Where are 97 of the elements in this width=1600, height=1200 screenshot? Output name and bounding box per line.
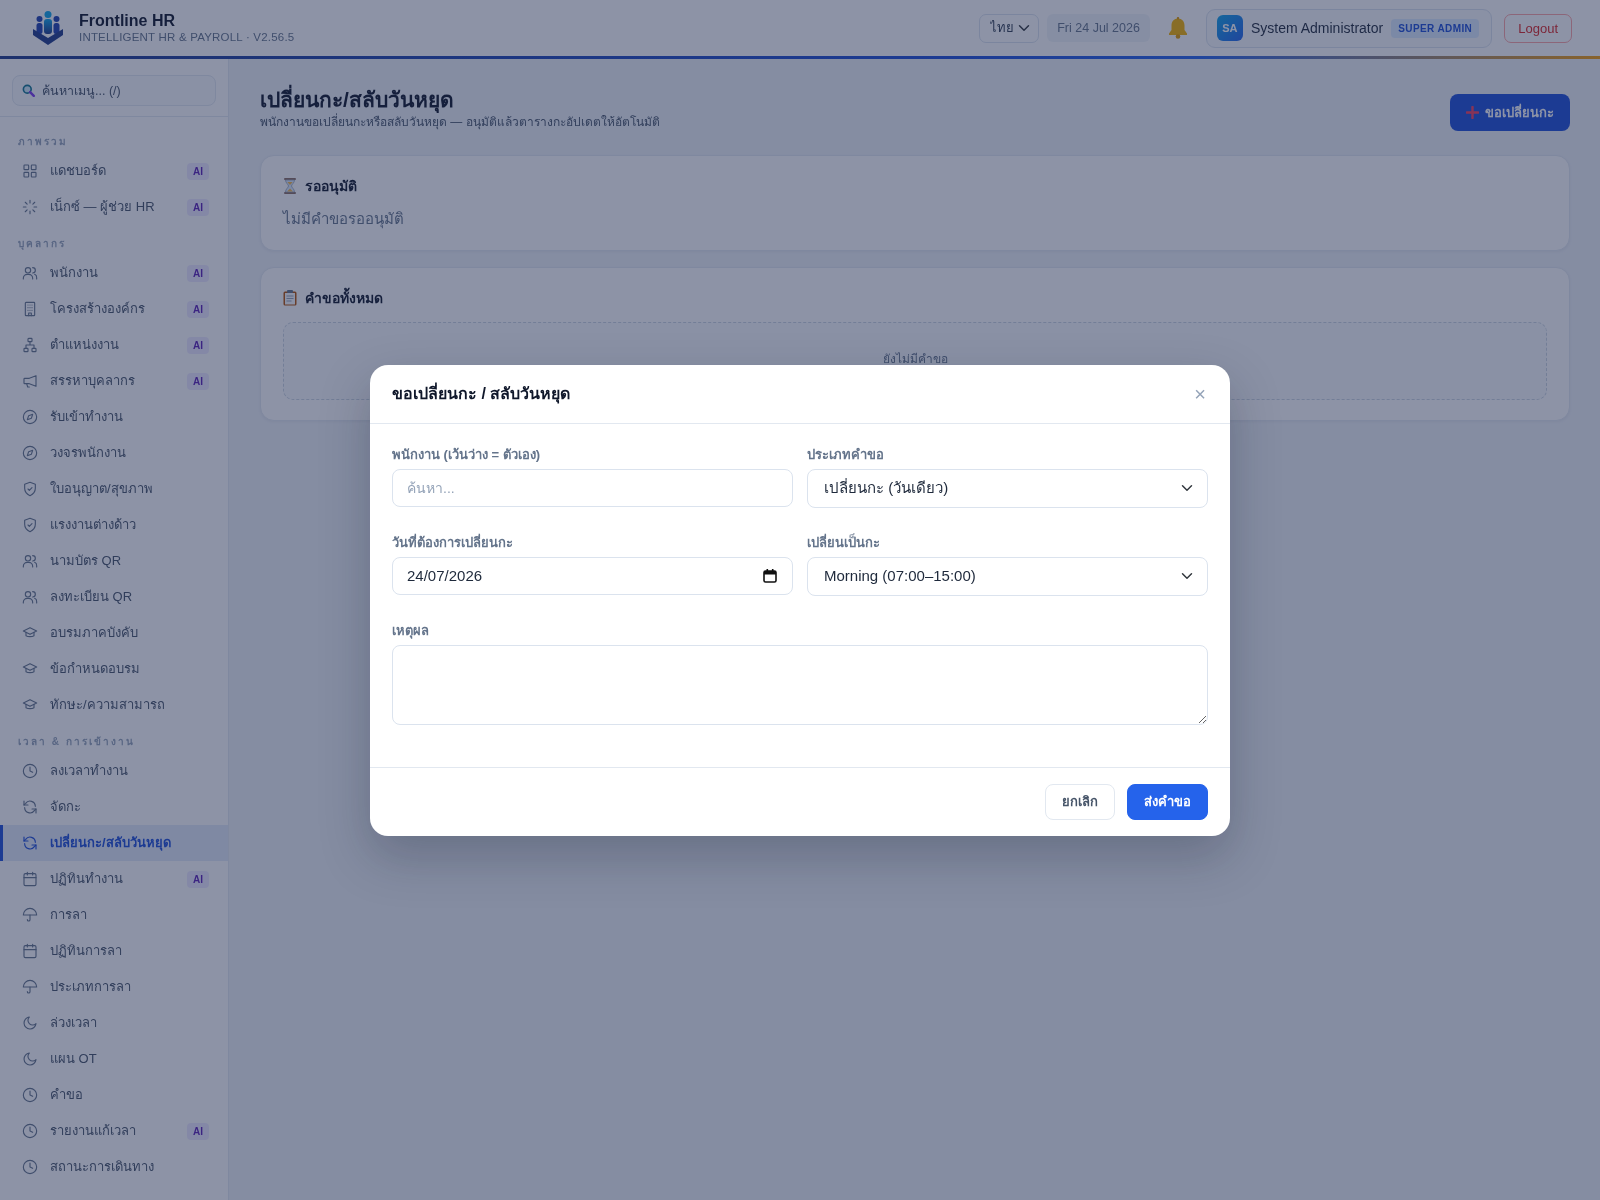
date-field[interactable]: 24/07/2026 <box>392 556 793 595</box>
ai-badge: AI <box>187 336 209 354</box>
refresh-icon <box>22 799 38 815</box>
clock-icon <box>22 1123 38 1139</box>
sidebar-item[interactable]: รายงานแก้เวลา AI <box>0 1113 228 1149</box>
sidebar-item[interactable]: รับเข้าทำงาน <box>0 399 228 435</box>
sidebar-item[interactable]: ทักษะ/ความสามารถ <box>0 687 228 723</box>
sidebar-item[interactable]: ใบอนุญาต/สุขภาพ <box>0 471 228 507</box>
user-name: System Administrator <box>1250 18 1384 38</box>
empty-message: ยังไม่มีคำขอ <box>882 351 948 367</box>
sidebar-item[interactable]: พนักงาน AI <box>0 255 228 291</box>
sidebar-item[interactable]: แดชบอร์ด AI <box>0 153 228 189</box>
compass-icon <box>22 445 38 461</box>
field-label: เหตุผล <box>392 621 430 640</box>
users-icon <box>22 265 38 281</box>
sidebar-item[interactable]: แรงงานต่างด้าว <box>0 507 228 543</box>
menu-search-field[interactable]: ค้นหาเมนู... (/) <box>12 75 216 106</box>
select-dropdown[interactable]: Morning (07:00–15:00) <box>807 556 1208 596</box>
sparkle-icon <box>22 199 38 215</box>
megaphone-icon <box>22 373 38 389</box>
app-name: Frontline HR <box>79 11 176 30</box>
cancel-button[interactable]: ยกเลิก <box>1045 783 1115 820</box>
moon-icon <box>22 1051 38 1067</box>
sidebar-item[interactable]: ล่วงเวลา <box>0 1005 228 1041</box>
hourglass-icon <box>283 178 297 194</box>
bell-icon[interactable] <box>1167 17 1188 39</box>
app-subtitle: INTELLIGENT HR & PAYROLL · V2.56.5 <box>79 30 295 45</box>
logout-button[interactable]: Logout <box>1504 13 1572 43</box>
users-icon <box>22 589 38 605</box>
card-title: คำขอทั้งหมด <box>305 288 383 308</box>
role-badge: SUPER ADMIN <box>1391 18 1480 38</box>
org-chart-icon <box>22 337 38 353</box>
building-icon <box>22 301 38 317</box>
sidebar-item[interactable]: ปฏิทินทำงาน AI <box>0 861 228 897</box>
select-dropdown[interactable]: เปลี่ยนกะ (วันเดียว) <box>807 468 1208 508</box>
submit-button[interactable]: ส่งคำขอ <box>1127 783 1208 820</box>
sidebar-item[interactable]: การลา <box>0 897 228 933</box>
user-avatar: SA <box>1216 15 1243 41</box>
sidebar-item[interactable]: คำขอ <box>0 1077 228 1113</box>
clock-icon <box>22 763 38 779</box>
sidebar-item[interactable]: สถานะการเดินทาง <box>0 1149 228 1185</box>
grid-icon <box>22 163 38 179</box>
user-menu-button[interactable]: SA System Administrator SUPER ADMIN <box>1205 8 1493 48</box>
compass-icon <box>22 409 38 425</box>
clipboard-icon <box>283 290 297 306</box>
sidebar-item[interactable]: เน็กซ์ — ผู้ช่วย HR AI <box>0 189 228 225</box>
sidebar-item[interactable]: แผน OT <box>0 1041 228 1077</box>
sidebar-item[interactable]: วงจรพนักงาน <box>0 435 228 471</box>
shield-check-icon <box>22 481 38 497</box>
moon-icon <box>22 1015 38 1031</box>
new-request-button[interactable]: ขอเปลี่ยนกะ <box>1450 94 1570 131</box>
card-title: รออนุมัติ <box>305 177 357 196</box>
calendar-icon[interactable] <box>763 568 777 583</box>
sidebar-item[interactable]: ข้อกำหนดอบรม <box>0 651 228 687</box>
sidebar-item[interactable]: ลงทะเบียน QR <box>0 579 228 615</box>
field-label: วันที่ต้องการเปลี่ยนกะ <box>392 533 514 552</box>
page-subtitle: พนักงานขอเปลี่ยนกะหรือสลับวันหยุด — อนุมัติแล้วตารางกะอัปเดตให้อัตโนมัติ <box>260 114 660 130</box>
ai-badge: AI <box>187 1122 209 1140</box>
users-icon <box>22 553 38 569</box>
sidebar-item[interactable]: โครงสร้างองค์กร AI <box>0 291 228 327</box>
clock-icon <box>22 1087 38 1103</box>
ai-badge: AI <box>187 264 209 282</box>
sidebar-item[interactable]: ลงเวลาทำงาน <box>0 753 228 789</box>
ai-badge: AI <box>187 870 209 888</box>
search-icon <box>22 84 35 97</box>
sidebar-item[interactable]: นามบัตร QR <box>0 543 228 579</box>
sidebar-item[interactable]: จัดกะ <box>0 789 228 825</box>
clock-icon <box>22 1159 38 1175</box>
sidebar-item[interactable]: ปฏิทินการลา <box>0 933 228 969</box>
field-label: ประเภทคำขอ <box>807 445 885 464</box>
page-title: เปลี่ยนกะ/สลับวันหยุด <box>260 85 660 114</box>
field-label: เปลี่ยนเป็นกะ <box>807 533 881 552</box>
sidebar-item[interactable]: ตำแหน่งงาน AI <box>0 327 228 363</box>
ai-badge: AI <box>187 198 209 216</box>
ai-badge: AI <box>187 372 209 390</box>
field-label: พนักงาน (เว้นว่าง = ตัวเอง) <box>392 445 542 464</box>
modal-title: ขอเปลี่ยนกะ / สลับวันหยุด <box>392 382 571 405</box>
empty-message: ไม่มีคำขอรออนุมัติ <box>283 209 405 230</box>
ai-badge: AI <box>187 162 209 180</box>
logo-icon <box>33 11 63 45</box>
sidebar-item[interactable]: เปลี่ยนกะ/สลับวันหยุด <box>0 825 228 861</box>
date-label: Fri 24 Jul 2026 <box>1047 14 1150 42</box>
umbrella-icon <box>22 979 38 995</box>
ai-badge: AI <box>187 300 209 318</box>
textarea-field[interactable] <box>392 644 1208 725</box>
calendar-icon <box>22 871 38 887</box>
calendar-icon <box>22 943 38 959</box>
shield-check-icon <box>22 517 38 533</box>
input-field[interactable]: ค้นหา... <box>392 468 793 507</box>
refresh-icon <box>22 835 38 851</box>
sidebar-item[interactable]: ประเภทการลา <box>0 969 228 1005</box>
umbrella-icon <box>22 907 38 923</box>
plus-icon <box>1466 106 1479 119</box>
sidebar-item[interactable]: สรรหาบุคลากร AI <box>0 363 228 399</box>
close-button[interactable]: × <box>1192 383 1208 404</box>
language-select[interactable]: ไทย <box>979 13 1040 43</box>
sidebar-item[interactable]: อบรมภาคบังคับ <box>0 615 228 651</box>
